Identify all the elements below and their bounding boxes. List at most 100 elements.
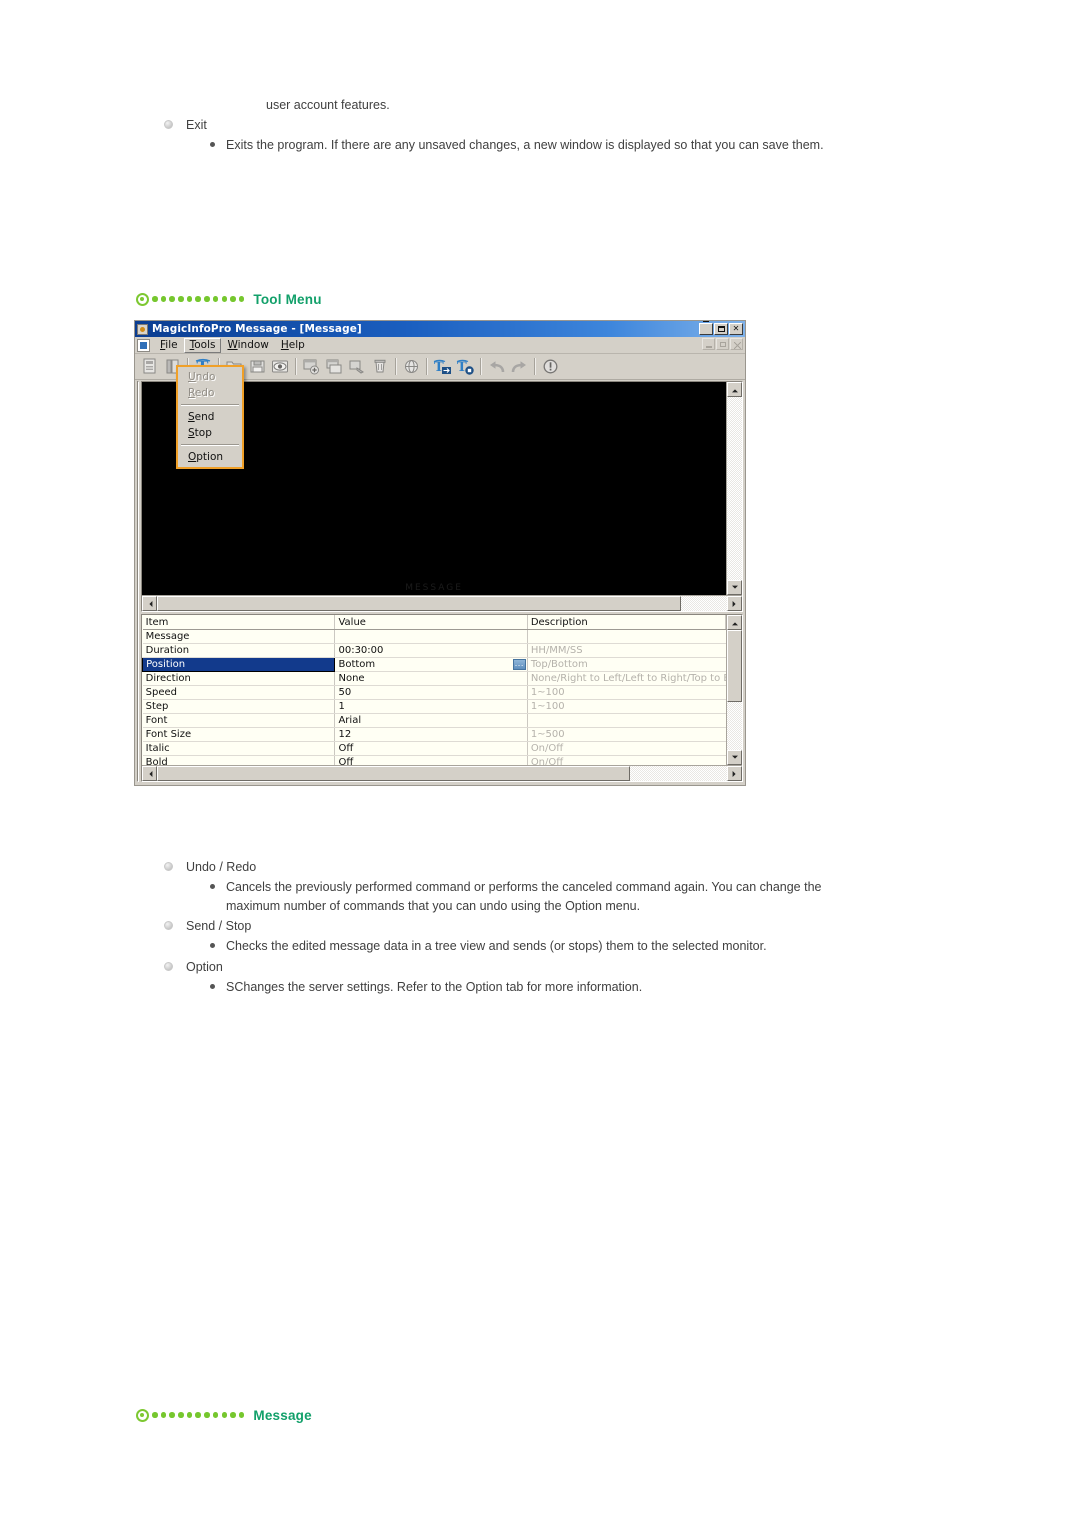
cell-item[interactable]: Message bbox=[142, 629, 336, 644]
menu-window[interactable]: Window bbox=[221, 338, 274, 353]
cell-value[interactable]: 12 bbox=[334, 727, 528, 742]
info-icon[interactable] bbox=[539, 356, 561, 377]
mdi-minimize-button[interactable] bbox=[702, 338, 715, 350]
list-item-desc: SChanges the server settings. Refer to t… bbox=[226, 979, 643, 994]
mdi-close-button[interactable] bbox=[730, 338, 743, 350]
scroll-thumb[interactable] bbox=[157, 596, 682, 612]
tools-dropdown-menu[interactable]: Undo Redo Send Stop Option bbox=[176, 365, 244, 469]
cell-item[interactable]: Direction bbox=[142, 671, 336, 686]
section-title: Tool Menu bbox=[253, 291, 322, 307]
table-row[interactable]: Italic Off On/Off bbox=[142, 741, 726, 756]
close-button[interactable]: ✕ bbox=[729, 323, 743, 335]
dot-bullet-icon bbox=[210, 884, 215, 889]
cell-item[interactable]: Duration bbox=[142, 643, 336, 658]
table-row[interactable]: Message bbox=[142, 629, 726, 644]
scroll-left-button[interactable] bbox=[142, 766, 158, 781]
menu-item-stop[interactable]: Stop bbox=[178, 425, 242, 441]
scroll-down-button[interactable] bbox=[727, 750, 742, 765]
cell-value[interactable]: Arial bbox=[334, 713, 528, 728]
add-window-icon[interactable] bbox=[300, 356, 322, 377]
stop-text-icon[interactable]: T bbox=[454, 356, 476, 377]
menu-file[interactable]: File bbox=[154, 338, 184, 353]
value-picker-button[interactable]: ... bbox=[512, 658, 526, 670]
undo-icon[interactable] bbox=[485, 356, 507, 377]
copy-window-icon[interactable] bbox=[323, 356, 345, 377]
scroll-track[interactable] bbox=[157, 596, 727, 612]
cell-item[interactable]: Bold bbox=[142, 755, 336, 765]
column-header-value[interactable]: Value bbox=[334, 615, 528, 630]
preview-vertical-scrollbar[interactable] bbox=[726, 382, 742, 596]
sphere-bullet-icon bbox=[164, 921, 173, 930]
cell-item[interactable]: Font bbox=[142, 713, 336, 728]
menu-item-send[interactable]: Send bbox=[178, 409, 242, 425]
scroll-track[interactable] bbox=[727, 397, 742, 581]
menu-bar: File Tools Window Help bbox=[135, 337, 745, 354]
send-text-icon[interactable]: T bbox=[431, 356, 453, 377]
monitor-tree-pane[interactable]: #0002 bbox=[137, 381, 140, 782]
list-item-detail: Exits the program. If there are any unsa… bbox=[210, 136, 840, 155]
window-titlebar: MagicInfoPro Message - [Message] ✕ bbox=[135, 321, 745, 337]
table-row[interactable]: Position Bottom... Top/Bottom bbox=[142, 656, 726, 672]
cell-item[interactable]: Italic bbox=[142, 741, 336, 756]
new-message-icon[interactable] bbox=[138, 356, 160, 377]
scroll-right-button[interactable] bbox=[727, 766, 742, 781]
cell-value[interactable]: Bottom... bbox=[334, 657, 528, 672]
table-row[interactable]: Font Size 12 1~500 bbox=[142, 727, 726, 742]
list-item-desc: Cancels the previously performed command… bbox=[226, 880, 822, 913]
paste-window-icon[interactable] bbox=[346, 356, 368, 377]
save-icon[interactable] bbox=[246, 356, 268, 377]
preview-eye-icon[interactable] bbox=[269, 356, 291, 377]
cell-item[interactable]: Font Size bbox=[142, 727, 336, 742]
section-title: Message bbox=[253, 1407, 312, 1423]
scroll-track[interactable] bbox=[157, 766, 727, 781]
table-row[interactable]: Step 1 1~100 bbox=[142, 699, 726, 714]
scroll-up-button[interactable] bbox=[727, 382, 742, 397]
grid-vertical-scrollbar[interactable] bbox=[726, 615, 742, 765]
table-row[interactable]: Font Arial bbox=[142, 713, 726, 728]
cell-item[interactable]: Position bbox=[142, 656, 336, 672]
redo-icon[interactable] bbox=[508, 356, 530, 377]
column-header-description[interactable]: Description bbox=[527, 615, 726, 630]
section-heading-tool-menu: Tool Menu bbox=[136, 289, 322, 309]
cell-value[interactable]: Off bbox=[334, 741, 528, 756]
menu-item-option[interactable]: Option bbox=[178, 449, 242, 465]
menu-tools[interactable]: Tools bbox=[183, 337, 222, 353]
list-item-label: Send / Stop bbox=[186, 919, 252, 933]
cell-value[interactable]: None bbox=[334, 671, 528, 686]
scroll-thumb[interactable] bbox=[157, 766, 631, 781]
refresh-globe-icon[interactable] bbox=[400, 356, 422, 377]
scroll-track[interactable] bbox=[727, 630, 742, 750]
table-row[interactable]: Bold Off On/Off bbox=[142, 755, 726, 765]
minimize-button[interactable] bbox=[699, 321, 713, 335]
maximize-button[interactable] bbox=[714, 323, 728, 335]
preview-horizontal-scrollbar[interactable] bbox=[142, 595, 742, 612]
scroll-right-button[interactable] bbox=[727, 596, 742, 612]
list-item-label: Option bbox=[186, 959, 223, 974]
cell-item[interactable]: Speed bbox=[142, 685, 336, 700]
grid-horizontal-scrollbar[interactable] bbox=[142, 765, 742, 781]
cell-value[interactable]: Off bbox=[334, 755, 528, 765]
cell-value[interactable] bbox=[334, 629, 528, 644]
cell-value[interactable]: 1 bbox=[334, 699, 528, 714]
menu-help[interactable]: Help bbox=[275, 338, 311, 353]
mdi-restore-button[interactable] bbox=[716, 338, 729, 350]
property-grid[interactable]: Item Value Description Message Duration 00… bbox=[142, 615, 726, 765]
dot-run-decoration bbox=[152, 296, 245, 302]
scroll-down-button[interactable] bbox=[727, 580, 742, 596]
scroll-thumb[interactable] bbox=[727, 630, 742, 703]
cell-description: On/Off bbox=[527, 755, 726, 765]
scroll-left-button[interactable] bbox=[142, 596, 158, 612]
table-row[interactable]: Speed 50 1~100 bbox=[142, 685, 726, 700]
list-item-label: Undo / Redo bbox=[186, 860, 257, 874]
scroll-up-button[interactable] bbox=[727, 615, 742, 631]
window-controls: ✕ bbox=[699, 321, 743, 335]
cell-description: None/Right to Left/Left to Right/Top to … bbox=[527, 671, 726, 686]
target-ring-icon bbox=[136, 1408, 149, 1422]
table-row[interactable]: Duration 00:30:00 HH/MM/SS bbox=[142, 643, 726, 658]
column-header-item[interactable]: Item bbox=[142, 615, 336, 630]
delete-icon[interactable] bbox=[369, 356, 391, 377]
cell-value[interactable]: 00:30:00 bbox=[334, 643, 528, 658]
cell-item[interactable]: Step bbox=[142, 699, 336, 714]
table-row[interactable]: Direction None None/Right to Left/Left to … bbox=[142, 671, 726, 686]
cell-value[interactable]: 50 bbox=[334, 685, 528, 700]
